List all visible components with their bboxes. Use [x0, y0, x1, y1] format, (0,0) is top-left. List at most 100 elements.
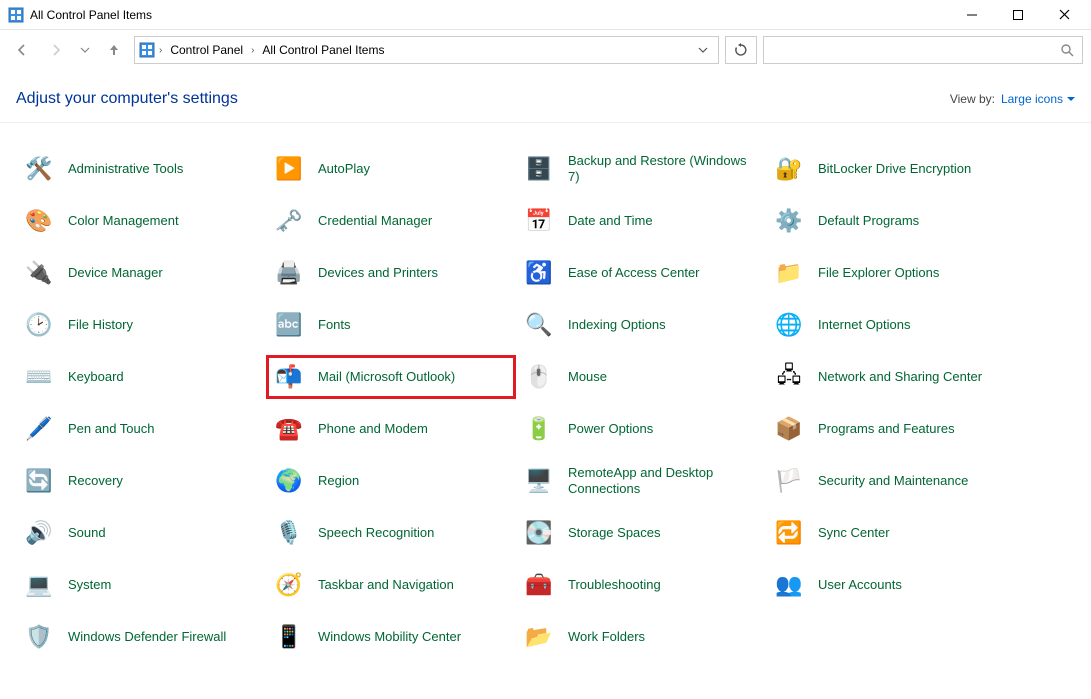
control-panel-item[interactable]: 🔄Recovery — [16, 459, 266, 503]
control-panel-item-icon: 🔍 — [522, 308, 556, 342]
control-panel-item[interactable]: 🎨Color Management — [16, 199, 266, 243]
control-panel-item[interactable]: ▶️AutoPlay — [266, 147, 516, 191]
control-panel-item-icon: 🛡️ — [22, 620, 56, 654]
control-panel-item[interactable]: 👥User Accounts — [766, 563, 1016, 607]
control-panel-item-icon: 🔋 — [522, 412, 556, 446]
control-panel-item[interactable]: 🧭 Taskbar and Navigation — [266, 563, 516, 607]
control-panel-item-icon: 🔐 — [772, 152, 806, 186]
control-panel-item-label: Troubleshooting — [568, 577, 661, 593]
control-panel-item[interactable]: 📅Date and Time — [516, 199, 766, 243]
header-row: Adjust your computer's settings View by:… — [0, 70, 1091, 123]
control-panel-item[interactable]: ⚙️ Default Programs — [766, 199, 1016, 243]
control-panel-item[interactable]: ☎️Phone and Modem — [266, 407, 516, 451]
control-panel-item-icon: 🗝️ — [272, 204, 306, 238]
up-button[interactable] — [100, 36, 128, 64]
address-root-icon — [139, 42, 155, 58]
control-panel-item[interactable]: 🔐BitLocker Drive Encryption — [766, 147, 1016, 191]
control-panel-items-grid: 🛠️Administrative Tools▶️AutoPlay🗄️Backup… — [0, 123, 1091, 699]
control-panel-item[interactable]: 🔋Power Options — [516, 407, 766, 451]
refresh-button[interactable] — [725, 36, 757, 64]
control-panel-item[interactable]: 📂Work Folders — [516, 615, 766, 659]
control-panel-item-icon: 🖊️ — [22, 412, 56, 446]
maximize-button[interactable] — [995, 0, 1041, 30]
control-panel-item[interactable]: 🎙️Speech Recognition — [266, 511, 516, 555]
control-panel-item[interactable]: 📁File Explorer Options — [766, 251, 1016, 295]
control-panel-item-icon: 💻 — [22, 568, 56, 602]
control-panel-item-icon: 🖧 — [772, 360, 806, 394]
control-panel-item-label: Devices and Printers — [318, 265, 438, 281]
control-panel-item-label: Credential Manager — [318, 213, 432, 229]
minimize-button[interactable] — [949, 0, 995, 30]
breadcrumb-control-panel[interactable]: Control Panel — [166, 41, 247, 59]
control-panel-item-label: System — [68, 577, 111, 593]
control-panel-item[interactable]: 🛠️Administrative Tools — [16, 147, 266, 191]
control-panel-item[interactable]: 🌐Internet Options — [766, 303, 1016, 347]
back-button[interactable] — [8, 36, 36, 64]
control-panel-item[interactable]: 🔤Fonts — [266, 303, 516, 347]
address-bar[interactable]: › Control Panel › All Control Panel Item… — [134, 36, 719, 64]
control-panel-item-label: Fonts — [318, 317, 351, 333]
control-panel-item[interactable]: 🏳️ Security and Maintenance — [766, 459, 1016, 503]
chevron-down-icon — [1067, 95, 1075, 103]
control-panel-item[interactable]: 🧰Troubleshooting — [516, 563, 766, 607]
control-panel-item-icon: 🗄️ — [522, 152, 556, 186]
control-panel-item-icon: 📱 — [272, 620, 306, 654]
control-panel-item-icon: 📬 — [272, 360, 306, 394]
control-panel-item-icon: 📦 — [772, 412, 806, 446]
control-panel-item-icon: ⚙️ — [772, 204, 806, 238]
control-panel-item[interactable]: 🔍Indexing Options — [516, 303, 766, 347]
control-panel-item-label: Default Programs — [818, 213, 919, 229]
control-panel-item-icon: 🔄 — [22, 464, 56, 498]
control-panel-item-icon: ☎️ — [272, 412, 306, 446]
app-icon — [8, 7, 24, 23]
control-panel-item-label: Windows Defender Firewall — [68, 629, 226, 645]
control-panel-item[interactable]: 💽Storage Spaces — [516, 511, 766, 555]
control-panel-item[interactable]: 🖨️Devices and Printers — [266, 251, 516, 295]
title-bar: All Control Panel Items — [0, 0, 1091, 30]
close-button[interactable] — [1041, 0, 1087, 30]
search-icon — [1060, 43, 1074, 57]
control-panel-item-icon: 🏳️ — [772, 464, 806, 498]
control-panel-item[interactable]: 🌍Region — [266, 459, 516, 503]
control-panel-item[interactable]: 📬 Mail (Microsoft Outlook) — [266, 355, 516, 399]
control-panel-item-icon: 🧭 — [272, 568, 306, 602]
control-panel-item[interactable]: 🔊Sound — [16, 511, 266, 555]
view-by: View by: Large icons — [950, 92, 1075, 106]
control-panel-item-label: Sound — [68, 525, 106, 541]
control-panel-item[interactable]: 🕑File History — [16, 303, 266, 347]
control-panel-item-icon: 📁 — [772, 256, 806, 290]
control-panel-item[interactable]: ⌨️Keyboard — [16, 355, 266, 399]
control-panel-item-label: Mail (Microsoft Outlook) — [318, 369, 455, 385]
control-panel-item-label: Storage Spaces — [568, 525, 661, 541]
forward-button[interactable] — [42, 36, 70, 64]
control-panel-item-icon: 👥 — [772, 568, 806, 602]
window-title: All Control Panel Items — [30, 8, 949, 22]
control-panel-item-icon: 📂 — [522, 620, 556, 654]
page-title: Adjust your computer's settings — [16, 90, 238, 108]
control-panel-item[interactable]: 🖱️Mouse — [516, 355, 766, 399]
control-panel-item[interactable]: 🔁Sync Center — [766, 511, 1016, 555]
window-controls — [949, 0, 1087, 30]
control-panel-item[interactable]: 📱Windows Mobility Center — [266, 615, 516, 659]
control-panel-item[interactable]: 🔌Device Manager — [16, 251, 266, 295]
control-panel-item[interactable]: ♿Ease of Access Center — [516, 251, 766, 295]
control-panel-item[interactable]: 🖧Network and Sharing Center — [766, 355, 1016, 399]
control-panel-item[interactable]: 📦Programs and Features — [766, 407, 1016, 451]
control-panel-item[interactable]: 💻 System — [16, 563, 266, 607]
control-panel-item[interactable]: 🗝️ Credential Manager — [266, 199, 516, 243]
control-panel-item-label: Keyboard — [68, 369, 124, 385]
control-panel-item-label: Speech Recognition — [318, 525, 434, 541]
control-panel-item-icon: 🎨 — [22, 204, 56, 238]
control-panel-item[interactable]: 🖥️RemoteApp and Desktop Connections — [516, 459, 766, 503]
address-dropdown-icon[interactable] — [692, 45, 714, 55]
control-panel-item[interactable]: 🛡️ Windows Defender Firewall — [16, 615, 266, 659]
view-by-dropdown[interactable]: Large icons — [1001, 92, 1075, 106]
history-dropdown[interactable] — [76, 36, 94, 64]
control-panel-item[interactable]: 🗄️Backup and Restore (Windows 7) — [516, 147, 766, 191]
control-panel-item-label: Taskbar and Navigation — [318, 577, 454, 593]
control-panel-item-label: Security and Maintenance — [818, 473, 968, 489]
search-input[interactable] — [763, 36, 1083, 64]
control-panel-item[interactable]: 🖊️Pen and Touch — [16, 407, 266, 451]
toolbar: › Control Panel › All Control Panel Item… — [0, 30, 1091, 70]
breadcrumb-all-items[interactable]: All Control Panel Items — [258, 41, 388, 59]
